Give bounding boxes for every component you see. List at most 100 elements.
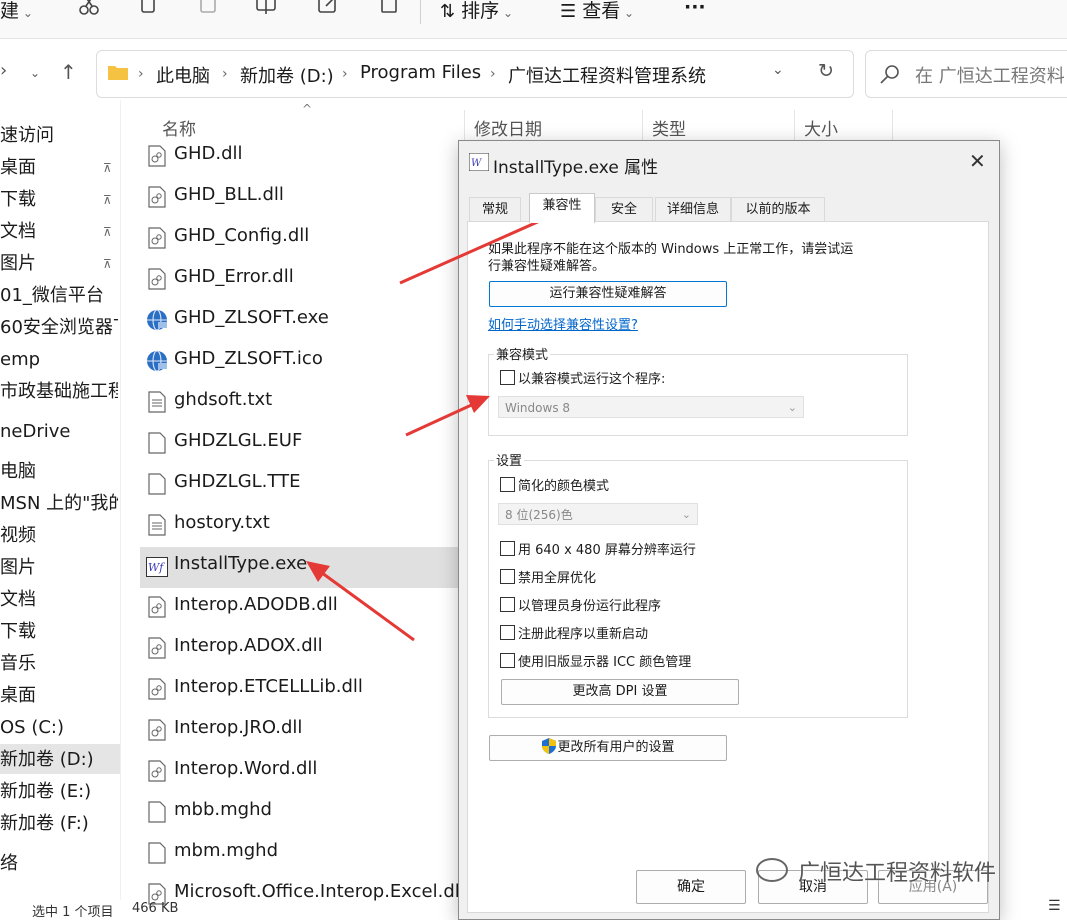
disable-fullscreen-checkbox[interactable] [500, 569, 515, 584]
tab-security[interactable]: 安全 [595, 197, 653, 222]
file-row[interactable]: GHD_Error.dll [140, 260, 470, 301]
delete-icon[interactable] [376, 0, 402, 22]
sidebar-item[interactable]: 下载 [0, 618, 118, 646]
file-row[interactable]: GHD_ZLSOFT.exe [140, 301, 470, 342]
sidebar-item[interactable]: 络 [0, 850, 118, 878]
cut-icon[interactable] [76, 0, 102, 22]
sidebar-item[interactable]: emp [0, 346, 118, 374]
column-modified[interactable]: 修改日期 [474, 115, 542, 140]
dll-icon [148, 268, 166, 290]
settings-label: 设置 [494, 450, 525, 469]
view-button[interactable]: ☰ 查看 ⌄ [560, 0, 634, 23]
file-row[interactable]: Interop.JRO.dll [140, 711, 470, 752]
tab-details[interactable]: 详细信息 [655, 197, 731, 222]
address-dropdown-icon[interactable]: ⌄ [772, 62, 784, 78]
details-view-icon[interactable]: ☰ [1048, 898, 1061, 914]
file-row[interactable]: GHD_ZLSOFT.ico [140, 342, 470, 383]
file-icon [148, 473, 166, 495]
file-row[interactable]: mbm.mghd [140, 834, 470, 875]
sidebar-item[interactable]: 电脑 [0, 458, 118, 486]
breadcrumb-program-files[interactable]: Program Files [360, 62, 481, 83]
file-row[interactable]: ghdsoft.txt [140, 383, 470, 424]
chevron-down-icon: ⌄ [681, 508, 691, 521]
manual-compat-link[interactable]: 如何手动选择兼容性设置? [488, 314, 638, 333]
sort-button[interactable]: ⇅ 排序 ⌄ [440, 0, 513, 23]
file-row[interactable]: GHDZLGL.EUF [140, 424, 470, 465]
file-row[interactable]: GHD_Config.dll [140, 219, 470, 260]
file-name: GHD_Config.dll [174, 225, 310, 246]
sidebar-item[interactable]: 图片 [0, 554, 118, 582]
run-admin-checkbox[interactable] [500, 597, 515, 612]
share-icon[interactable] [316, 0, 342, 22]
sidebar-item[interactable]: 新加卷 (E:) [0, 778, 118, 806]
sidebar-item[interactable]: MSN 上的"我的图 [0, 490, 118, 518]
svg-text:Wf: Wf [148, 561, 165, 574]
new-button[interactable]: 建 ⌄ [0, 0, 33, 23]
file-name: Interop.ADOX.dll [174, 635, 323, 656]
troubleshoot-button[interactable]: 运行兼容性疑难解答 [489, 281, 727, 307]
history-chevron-icon[interactable]: ⌄ [30, 66, 40, 80]
intro-text-line2: 行兼容性疑难解答。 [488, 259, 606, 274]
column-size[interactable]: 大小 [804, 115, 838, 140]
sidebar-item[interactable]: 01_微信平台 [0, 282, 118, 310]
file-name: hostory.txt [174, 512, 270, 533]
refresh-icon[interactable]: ↻ [818, 60, 834, 82]
file-row[interactable]: Wf InstallType.exe [140, 547, 470, 588]
tab-general[interactable]: 常规 [469, 197, 521, 222]
sidebar-item[interactable]: 文档 [0, 586, 118, 614]
file-row[interactable]: Interop.ADOX.dll [140, 629, 470, 670]
rename-icon[interactable] [254, 0, 280, 22]
close-icon[interactable]: ✕ [969, 149, 986, 173]
back-icon[interactable]: › [0, 60, 7, 81]
register-restart-checkbox[interactable] [500, 625, 515, 640]
file-name: ghdsoft.txt [174, 389, 273, 410]
column-type[interactable]: 类型 [652, 115, 686, 140]
tab-compatibility[interactable]: 兼容性 [529, 193, 595, 223]
reduced-color-checkbox[interactable] [500, 477, 515, 492]
breadcrumb-this-pc[interactable]: 此电脑 [156, 62, 210, 88]
sidebar-item[interactable]: neDrive [0, 418, 118, 446]
file-row[interactable]: Interop.ADODB.dll [140, 588, 470, 629]
file-icon [148, 801, 166, 823]
sidebar-item[interactable]: OS (C:) [0, 714, 118, 742]
sidebar-item[interactable]: 桌面 [0, 682, 118, 710]
crumb-separator: › [222, 66, 228, 82]
sidebar-item[interactable]: 桌面 [0, 154, 118, 182]
color-depth-select[interactable]: 8 位(256)色 ⌄ [498, 503, 698, 525]
file-row[interactable]: mbb.mghd [140, 793, 470, 834]
up-arrow-icon[interactable]: ↑ [60, 60, 77, 84]
sidebar-item[interactable]: 音乐 [0, 650, 118, 678]
all-users-button[interactable]: 更改所有用户的设置 [489, 735, 727, 761]
file-row[interactable]: hostory.txt [140, 506, 470, 547]
sidebar-item[interactable]: 文档 [0, 218, 118, 246]
paste-icon[interactable] [196, 0, 222, 22]
file-row[interactable]: GHD.dll [140, 137, 470, 178]
sidebar-item[interactable]: 速访问 [0, 122, 118, 150]
breadcrumb-drive-d[interactable]: 新加卷 (D:) [240, 62, 334, 88]
sidebar-item[interactable]: 图片 [0, 250, 118, 278]
ok-button[interactable]: 确定 [636, 870, 746, 904]
globe-icon [147, 309, 167, 331]
pin-icon: ⊼ [103, 257, 112, 271]
sidebar-item[interactable]: 新加卷 (F:) [0, 810, 118, 838]
file-row[interactable]: Interop.Word.dll [140, 752, 470, 793]
compat-mode-checkbox[interactable] [500, 370, 515, 385]
more-button[interactable]: ··· [684, 0, 706, 18]
file-row[interactable]: Interop.ETCELLLib.dll [140, 670, 470, 711]
sidebar-item[interactable]: 60安全浏览器下 [0, 314, 118, 342]
sidebar-item[interactable]: 下载 [0, 186, 118, 214]
compat-os-select[interactable]: Windows 8 ⌄ [498, 396, 804, 418]
breadcrumb-current-folder[interactable]: 广恒达工程资料管理系统 [508, 62, 706, 88]
res-640-checkbox[interactable] [500, 541, 515, 556]
file-row[interactable]: GHD_BLL.dll [140, 178, 470, 219]
dll-icon [148, 227, 166, 249]
tab-previous-versions[interactable]: 以前的版本 [731, 197, 825, 222]
sidebar-item[interactable]: 市政基础施工程序 [0, 378, 118, 406]
copy-icon[interactable] [136, 0, 162, 22]
file-row[interactable]: GHDZLGL.TTE [140, 465, 470, 506]
legacy-icc-checkbox[interactable] [500, 653, 515, 668]
sidebar-item[interactable]: 视频 [0, 522, 118, 550]
sidebar-item[interactable]: 新加卷 (D:) [0, 746, 118, 774]
dpi-settings-button[interactable]: 更改高 DPI 设置 [501, 679, 739, 705]
globe-icon [147, 350, 167, 372]
